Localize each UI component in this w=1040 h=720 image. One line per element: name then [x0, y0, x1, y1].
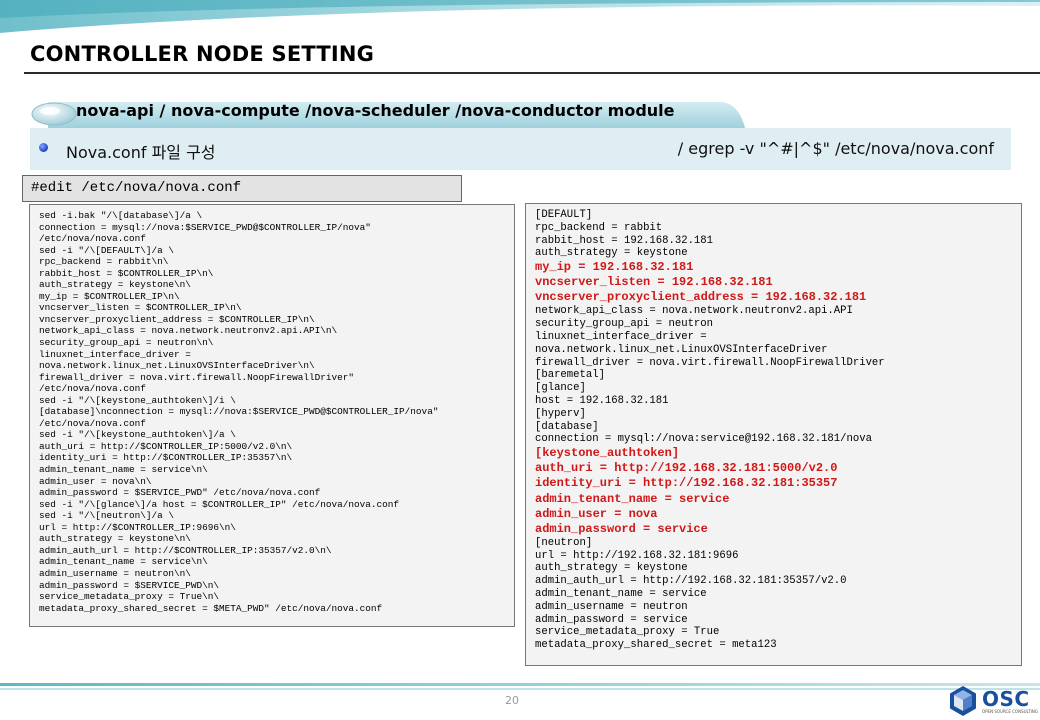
logo-tagline: OPEN SOURCE CONSULTING: [982, 709, 1038, 714]
code-line: admin_user = nova\n\: [39, 475, 152, 487]
code-line: /etc/nova/nova.conf: [39, 417, 146, 429]
config-line: rpc_backend = rabbit: [535, 221, 663, 234]
code-line: auth_strategy = keystone\n\: [39, 279, 191, 291]
config-line: firewall_driver = nova.virt.firewall.Noo…: [535, 356, 885, 369]
code-line: /etc/nova/nova.conf: [39, 383, 146, 395]
config-line: rabbit_host = 192.168.32.181: [535, 234, 714, 247]
code-line: admin_tenant_name = service\n\: [39, 464, 208, 476]
code-line: sed -i.bak "/\[database\]/a \: [39, 210, 203, 221]
code-line: [database]\nconnection = mysql://nova:$S…: [39, 406, 439, 418]
code-line: nova.network.linux_net.LinuxOVSInterface…: [39, 360, 315, 372]
code-line: sed -i "/\[keystone_authtoken\]/i \: [39, 394, 236, 406]
code-line: admin_tenant_name = service\n\: [39, 556, 208, 568]
logo-brand-text: OSC: [982, 687, 1030, 711]
hexagon-cube-icon: [950, 686, 976, 716]
config-line: service_metadata_proxy = True: [535, 626, 720, 639]
code-line: /etc/nova/nova.conf: [39, 233, 146, 245]
nova-conf-output-code: [DEFAULT] rpc_backend = rabbit rabbit_host…: [535, 209, 885, 652]
osc-logo: OSC OPEN SOURCE CONSULTING: [948, 685, 1038, 717]
code-line: vncserver_listen = $CONTROLLER_IP\n\: [39, 302, 242, 314]
nova-conf-output-panel: [DEFAULT] rpc_backend = rabbit rabbit_host…: [525, 203, 1022, 666]
config-line: network_api_class = nova.network.neutron…: [535, 305, 853, 318]
page-number: 20: [505, 694, 519, 707]
code-line: rabbit_host = $CONTROLLER_IP\n\: [39, 267, 214, 279]
code-line: security_group_api = neutron\n\: [39, 337, 214, 349]
config-line: auth_strategy = keystone: [535, 562, 688, 575]
code-line: sed -i "/\[glance\]/a host = $CONTROLLER…: [39, 498, 400, 510]
header-wave-band: [0, 0, 1040, 40]
code-line: sed -i "/\[neutron\]/a \: [39, 510, 175, 522]
sed-commands-code: sed -i.bak "/\[database\]/a \ connection …: [39, 210, 438, 614]
config-line: admin_password = service: [535, 613, 688, 626]
code-line: auth_strategy = keystone\n\: [39, 533, 191, 545]
code-line: sed -i "/\[DEFAULT\]/a \: [39, 244, 175, 256]
config-line: admin_tenant_name = service: [535, 587, 707, 600]
slide-title: CONTROLLER NODE SETTING: [30, 42, 375, 66]
highlighted-config-line: [keystone_authtoken]: [535, 446, 680, 461]
config-line: auth_strategy = keystone: [535, 247, 688, 260]
code-line: metadata_proxy_shared_secret = $META_PWD…: [39, 602, 383, 614]
code-line: my_ip = $CONTROLLER_IP\n\: [39, 290, 180, 302]
code-line: network_api_class = nova.network.neutron…: [39, 325, 338, 337]
bullet-icon: [39, 143, 48, 152]
highlighted-config-line: identity_uri = http://192.168.32.181:353…: [535, 476, 838, 491]
code-line: connection = mysql://nova:$SERVICE_PWD@$…: [39, 221, 371, 233]
code-line: url = http://$CONTROLLER_IP:9696\n\: [39, 521, 236, 533]
edit-command-text: #edit /etc/nova/nova.conf: [31, 180, 242, 196]
code-line: admin_auth_url = http://$CONTROLLER_IP:3…: [39, 544, 332, 556]
config-line: metadata_proxy_shared_secret = meta123: [535, 639, 777, 652]
code-line: firewall_driver = nova.virt.firewall.Noo…: [39, 371, 355, 383]
config-line: security_group_api = neutron: [535, 318, 714, 331]
title-divider: [24, 72, 1040, 74]
highlighted-config-line: vncserver_proxyclient_address = 192.168.…: [535, 290, 867, 305]
config-line: [neutron]: [535, 536, 593, 549]
code-line: service_metadata_proxy = True\n\: [39, 591, 220, 603]
highlighted-config-line: admin_tenant_name = service: [535, 491, 730, 506]
edit-command-box: #edit /etc/nova/nova.conf: [22, 175, 462, 202]
code-line: admin_password = $SERVICE_PWD\n\: [39, 579, 220, 591]
config-line: nova.network.linux_net.LinuxOVSInterface…: [535, 343, 828, 356]
code-line: vncserver_proxyclient_address = $CONTROL…: [39, 313, 315, 325]
config-line: [baremetal]: [535, 369, 605, 382]
config-line: [hyperv]: [535, 407, 586, 420]
code-line: sed -i "/\[keystone_authtoken\]/a \: [39, 429, 236, 441]
config-line: [DEFAULT]: [535, 209, 593, 221]
code-line: linuxnet_interface_driver =: [39, 348, 191, 360]
config-line: [database]: [535, 420, 599, 433]
config-line: admin_auth_url = http://192.168.32.181:3…: [535, 575, 847, 588]
code-line: admin_username = neutron\n\: [39, 567, 191, 579]
code-line: identity_uri = http://$CONTROLLER_IP:353…: [39, 452, 293, 464]
highlighted-config-line: my_ip = 192.168.32.181: [535, 260, 694, 275]
subtitle-left: Nova.conf 파일 구성: [66, 143, 216, 162]
sed-commands-panel: sed -i.bak "/\[database\]/a \ connection …: [29, 204, 515, 627]
code-line: rpc_backend = rabbit\n\: [39, 256, 169, 268]
code-line: auth_uri = http://$CONTROLLER_IP:5000/v2…: [39, 440, 293, 452]
highlighted-config-line: admin_user = nova: [535, 506, 658, 521]
footer-band: [0, 677, 1040, 690]
highlighted-config-line: auth_uri = http://192.168.32.181:5000/v2…: [535, 461, 838, 476]
code-line: admin_password = $SERVICE_PWD" /etc/nova…: [39, 487, 321, 499]
config-line: linuxnet_interface_driver =: [535, 331, 707, 344]
subtitle-command: / egrep -v "^#|^$" /etc/nova/nova.conf: [677, 139, 994, 158]
config-line: connection = mysql://nova:service@192.16…: [535, 433, 872, 446]
config-line: admin_username = neutron: [535, 600, 688, 613]
highlighted-config-line: admin_password = service: [535, 521, 708, 536]
section-label: nova-api / nova-compute /nova-scheduler …: [76, 101, 675, 120]
config-line: host = 192.168.32.181: [535, 395, 669, 408]
highlighted-config-line: vncserver_listen = 192.168.32.181: [535, 275, 773, 290]
config-line: url = http://192.168.32.181:9696: [535, 549, 739, 562]
config-line: [glance]: [535, 382, 586, 395]
